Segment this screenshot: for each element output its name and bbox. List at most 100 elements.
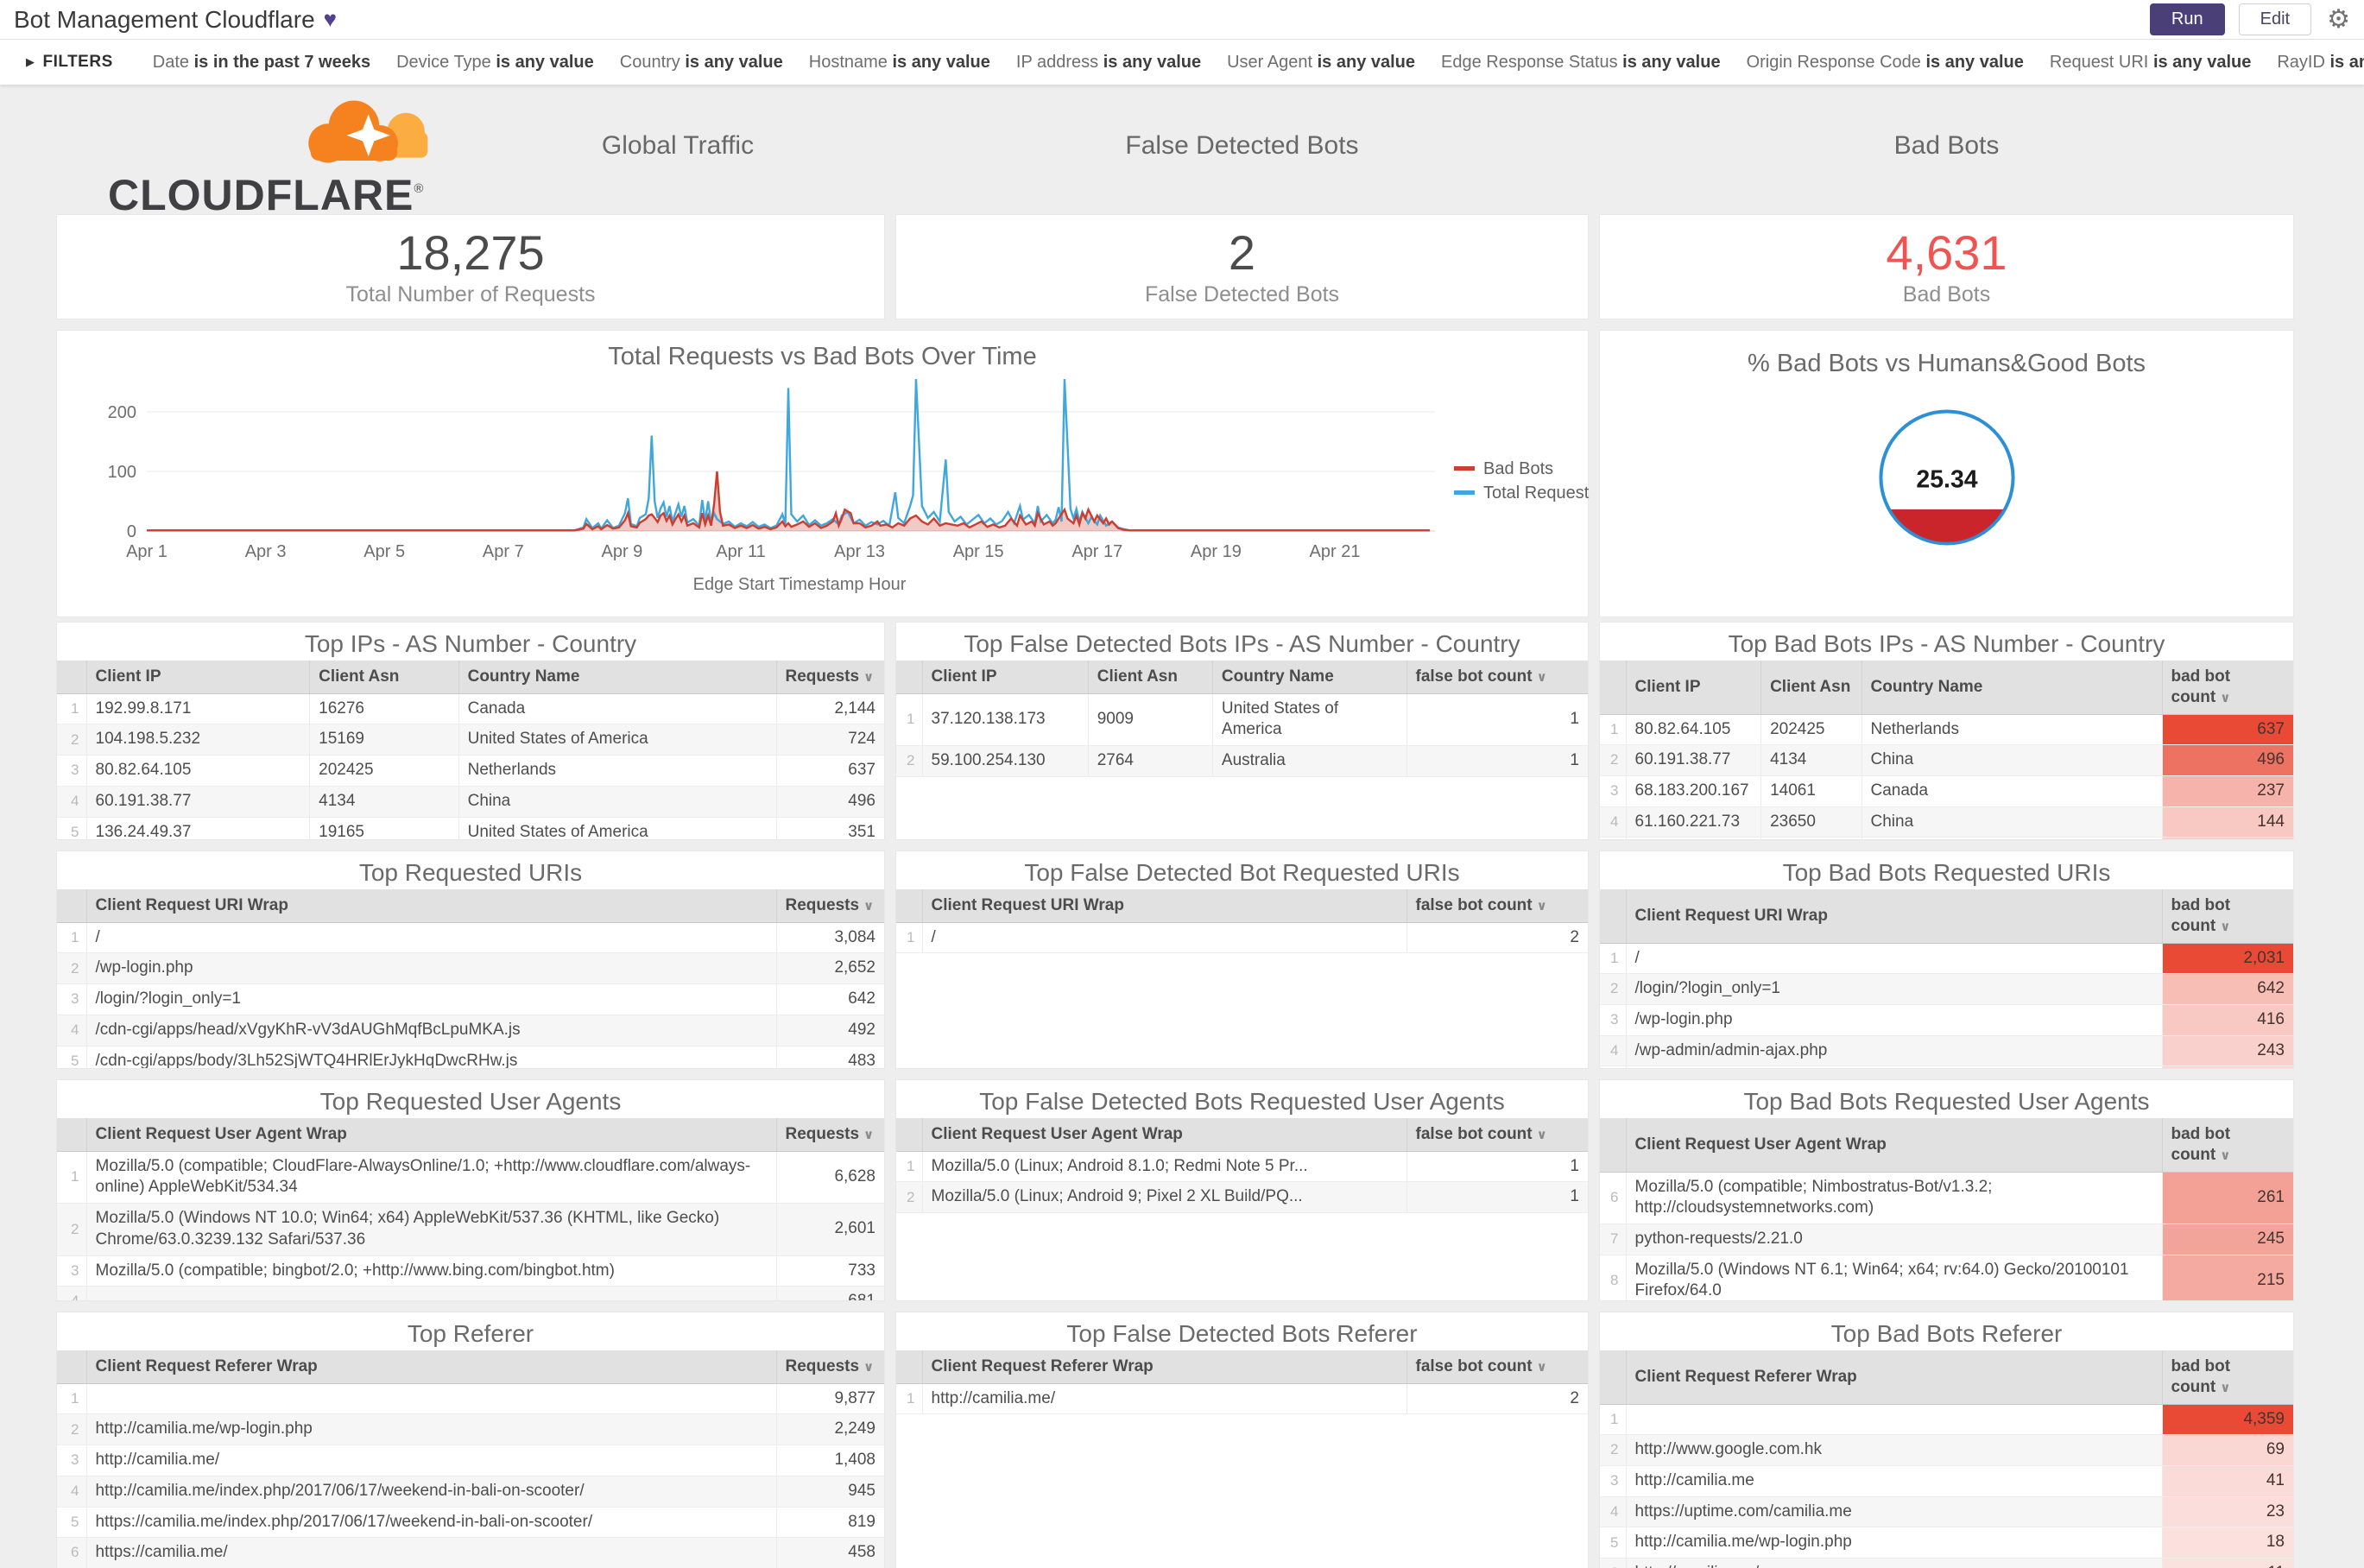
filter-item[interactable]: Edge Response Status is any value bbox=[1441, 53, 1721, 73]
kpi-value: 4,631 bbox=[1886, 224, 2007, 280]
row-number: 1 bbox=[1600, 714, 1626, 746]
filter-item[interactable]: Origin Response Code is any value bbox=[1747, 53, 2024, 73]
column-header-label: Client Asn bbox=[1770, 677, 1851, 696]
kpi-label: False Detected Bots bbox=[1144, 282, 1340, 307]
column-header[interactable]: Client Request User Agent Wrap bbox=[1625, 1118, 2162, 1173]
row-number: 5 bbox=[57, 1046, 86, 1068]
table-cell: 945 bbox=[775, 1476, 884, 1508]
column-header[interactable]: Requests ∨ bbox=[775, 1118, 884, 1152]
run-button[interactable]: Run bbox=[2149, 3, 2225, 35]
column-header-label: Client Request User Agent Wrap bbox=[931, 1125, 1183, 1143]
table-cell bbox=[85, 1383, 776, 1415]
row-number-header bbox=[1600, 1118, 1626, 1173]
column-header[interactable]: Requests ∨ bbox=[775, 889, 884, 923]
table-cell: 245 bbox=[2161, 1223, 2293, 1255]
data-table: Client IP Client Asn Country Name Requests ∨… bbox=[57, 661, 884, 839]
table-cell: / bbox=[85, 922, 776, 954]
column-header[interactable]: Client Asn bbox=[1760, 661, 1861, 715]
column-header-label: Requests bbox=[785, 1125, 860, 1143]
filter-item[interactable]: User Agent is any value bbox=[1227, 53, 1415, 73]
column-header[interactable]: Country Name bbox=[1861, 661, 2162, 715]
table-cell: 637 bbox=[2161, 714, 2293, 746]
table-row: 4 60.191.38.77 4134 China 496 bbox=[57, 786, 884, 818]
filter-item[interactable]: Request URI is any value bbox=[2050, 53, 2251, 73]
table-row: 4/wp-admin/admin-ajax.php 243 bbox=[1600, 1035, 2293, 1067]
column-header[interactable]: Client Request URI Wrap bbox=[921, 889, 1406, 923]
table-row: 5 https://camilia.me/index.php/2017/06/17… bbox=[57, 1507, 884, 1539]
filter-item[interactable]: Hostname is any value bbox=[809, 53, 990, 73]
filter-item[interactable]: RayID is any value bbox=[2277, 53, 2364, 73]
table-row-user-agents: Top Requested User Agents Client Request … bbox=[56, 1079, 2294, 1301]
table-cell: 642 bbox=[2161, 973, 2293, 1005]
row-number-header bbox=[1600, 1350, 1626, 1405]
filter-item[interactable]: Country is any value bbox=[620, 53, 783, 73]
gear-icon[interactable]: ⚙ bbox=[2327, 4, 2350, 35]
column-header[interactable]: bad bot count ∨ bbox=[2161, 661, 2293, 715]
table-cell: 37.120.138.173 bbox=[921, 693, 1089, 747]
table-cell: 11 bbox=[2161, 1558, 2293, 1568]
table-cell: https://camilia.me/index.php/2017/06/17/… bbox=[85, 1507, 776, 1539]
column-header[interactable]: false bot count ∨ bbox=[1406, 661, 1588, 694]
filter-item[interactable]: IP address is any value bbox=[1016, 53, 1201, 73]
column-header[interactable]: Client Request Referer Wrap bbox=[85, 1350, 776, 1384]
x-tick-label: Apr 13 bbox=[834, 542, 885, 561]
table-row: 3 http://camilia.me/1,408 bbox=[57, 1445, 884, 1476]
column-header[interactable]: false bot count ∨ bbox=[1406, 1118, 1588, 1152]
table-card: Top Bad Bots Requested User Agents Client… bbox=[1599, 1079, 2294, 1301]
table-row: 1 4,359 bbox=[1600, 1404, 2293, 1436]
column-header[interactable]: Requests ∨ bbox=[775, 661, 884, 694]
filter-field: RayID bbox=[2277, 52, 2330, 72]
table-cell: 724 bbox=[775, 724, 884, 756]
table-cell: 23 bbox=[2161, 1496, 2293, 1528]
column-header[interactable]: Country Name bbox=[458, 661, 776, 694]
filter-value: is any value bbox=[892, 52, 990, 72]
gauge-title: % Bad Bots vs Humans&Good Bots bbox=[1748, 350, 2146, 377]
column-header[interactable]: Client Request Referer Wrap bbox=[1625, 1350, 2162, 1405]
table-cell: 9,877 bbox=[775, 1383, 884, 1415]
filter-item[interactable]: Device Type is any value bbox=[396, 53, 594, 73]
column-header[interactable]: Client IP bbox=[1625, 661, 1761, 715]
column-header-label: Client Request Referer Wrap bbox=[931, 1357, 1154, 1375]
column-header[interactable]: Client IP bbox=[85, 661, 310, 694]
table-row: 5103.108.133.15244081China132 bbox=[1600, 837, 2293, 839]
table-cell: 59.100.254.130 bbox=[921, 745, 1089, 777]
column-header[interactable]: Client Request User Agent Wrap bbox=[921, 1118, 1406, 1152]
column-header[interactable]: bad bot count ∨ bbox=[2161, 1350, 2293, 1405]
row-number: 3 bbox=[1600, 1465, 1626, 1497]
table-cell: 80.82.64.105 bbox=[1625, 714, 1761, 746]
column-header[interactable]: Country Name bbox=[1211, 661, 1406, 694]
table-row: 4 681 bbox=[57, 1286, 884, 1300]
table-card: Top Bad Bots Referer Client Request Refer… bbox=[1599, 1312, 2294, 1568]
column-header[interactable]: false bot count ∨ bbox=[1406, 1350, 1588, 1384]
column-header[interactable]: Client Request URI Wrap bbox=[85, 889, 776, 923]
edit-button[interactable]: Edit bbox=[2238, 3, 2312, 35]
table-cell: 733 bbox=[775, 1255, 884, 1287]
column-header[interactable]: Client Request User Agent Wrap bbox=[85, 1118, 776, 1152]
column-header[interactable]: false bot count ∨ bbox=[1406, 889, 1588, 923]
row-number-header bbox=[896, 661, 922, 694]
column-header[interactable]: Client Request Referer Wrap bbox=[921, 1350, 1406, 1384]
column-header[interactable]: Client Asn bbox=[1087, 661, 1213, 694]
column-header[interactable]: Client Asn bbox=[309, 661, 459, 694]
filter-field: Date bbox=[152, 52, 194, 72]
row-number-header bbox=[57, 889, 86, 923]
series-total-requests bbox=[147, 378, 1431, 532]
column-header[interactable]: Client Request URI Wrap bbox=[1625, 889, 2162, 944]
column-header[interactable]: bad bot count ∨ bbox=[2161, 1118, 2293, 1173]
column-header-label: Client IP bbox=[931, 667, 997, 686]
column-header[interactable]: bad bot count ∨ bbox=[2161, 889, 2293, 944]
table-cell: /xmlrpc.php bbox=[1625, 1065, 2162, 1068]
column-header[interactable]: Client IP bbox=[921, 661, 1089, 694]
filter-field: Country bbox=[619, 52, 686, 72]
table-row: 5 http://camilia.me/wp-login.php 18 bbox=[1600, 1527, 2293, 1559]
row-number: 1 bbox=[1600, 943, 1626, 975]
row-number: 3 bbox=[1600, 775, 1626, 807]
filters-toggle[interactable]: ▶ FILTERS bbox=[26, 53, 113, 72]
filter-value: is any value bbox=[1317, 52, 1416, 72]
table-cell: Mozilla/5.0 (Linux; Android 8.1.0; Redmi… bbox=[921, 1151, 1406, 1183]
column-header-label: Client Request User Agent Wrap bbox=[95, 1125, 347, 1143]
filter-item[interactable]: Date is in the past 7 weeks bbox=[153, 53, 370, 73]
table-cell: 23650 bbox=[1760, 806, 1861, 838]
column-header[interactable]: Requests ∨ bbox=[775, 1350, 884, 1384]
table-cell: Mozilla/5.0 (compatible; Nimbostratus-Bo… bbox=[1625, 1172, 2162, 1224]
